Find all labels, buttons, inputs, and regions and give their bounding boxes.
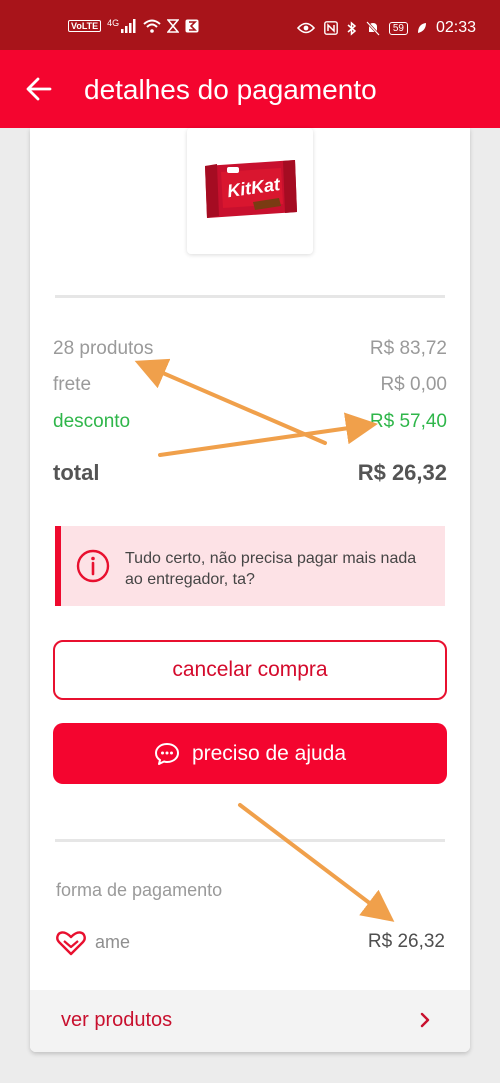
mute-bell-icon: [365, 20, 380, 36]
app-bar: detalhes do pagamento: [0, 50, 500, 128]
signal-icon: [121, 19, 136, 33]
payment-method-section-label: forma de pagamento: [56, 880, 223, 900]
shipping-label: frete: [53, 374, 92, 395]
info-icon: [76, 549, 110, 583]
payment-method-label: ame: [95, 932, 131, 952]
bluetooth-icon: [347, 20, 356, 36]
kitkat-product-image: KitKat: [205, 160, 297, 218]
status-left-indicators: VoLTE 4G: [68, 18, 199, 33]
network-type: 4G: [107, 18, 120, 28]
shipping-value: R$ 0,00: [380, 374, 447, 395]
view-products-row[interactable]: ver produtos: [30, 990, 470, 1052]
product-thumbnail[interactable]: KitKat: [187, 128, 313, 254]
payment-notice: Tudo certo, não precisa pagar mais nada …: [55, 526, 445, 606]
discount-label: desconto: [53, 411, 131, 432]
cancel-purchase-button[interactable]: cancelar compra: [53, 640, 447, 700]
view-products-label: ver produtos: [61, 1009, 173, 1031]
notice-text: Tudo certo, não precisa pagar mais nada …: [125, 550, 417, 588]
volte-badge: VoLTE: [68, 20, 102, 32]
products-value: R$ 83,72: [369, 338, 447, 359]
products-count-label: 28 produtos: [53, 338, 154, 359]
wifi-icon: [143, 19, 161, 33]
nfc-icon: [323, 21, 338, 35]
divider: [55, 839, 445, 842]
total-label: total: [53, 460, 100, 485]
total-value: R$ 26,32: [357, 460, 447, 485]
status-time: 02:33: [435, 19, 476, 36]
arrow-left-icon[interactable]: [26, 76, 52, 102]
discount-value: - R$ 57,40: [358, 411, 447, 432]
chat-bubble-icon: [154, 742, 179, 765]
help-button[interactable]: preciso de ajuda: [53, 723, 447, 784]
chevron-right-icon: [420, 1012, 430, 1028]
eye-icon: [296, 22, 315, 34]
hourglass-icon: [167, 19, 180, 33]
leaf-icon: [417, 23, 426, 33]
help-label: preciso de ajuda: [191, 741, 347, 765]
battery-level: 59: [388, 21, 408, 35]
payment-details-card: KitKat 28 produtos R$ 83,72 frete R$ 0,0…: [30, 128, 470, 1052]
payment-method-value: R$ 26,32: [367, 931, 445, 952]
ame-heart-icon: [56, 931, 86, 956]
app-notification-icon: [185, 19, 199, 33]
status-bar: VoLTE 4G 59 02:33: [0, 0, 500, 50]
divider: [55, 295, 445, 298]
page-title: detalhes do pagamento: [84, 74, 377, 105]
status-right-indicators: 59 02:33: [296, 19, 476, 37]
cancel-purchase-label: cancelar compra: [172, 658, 328, 681]
